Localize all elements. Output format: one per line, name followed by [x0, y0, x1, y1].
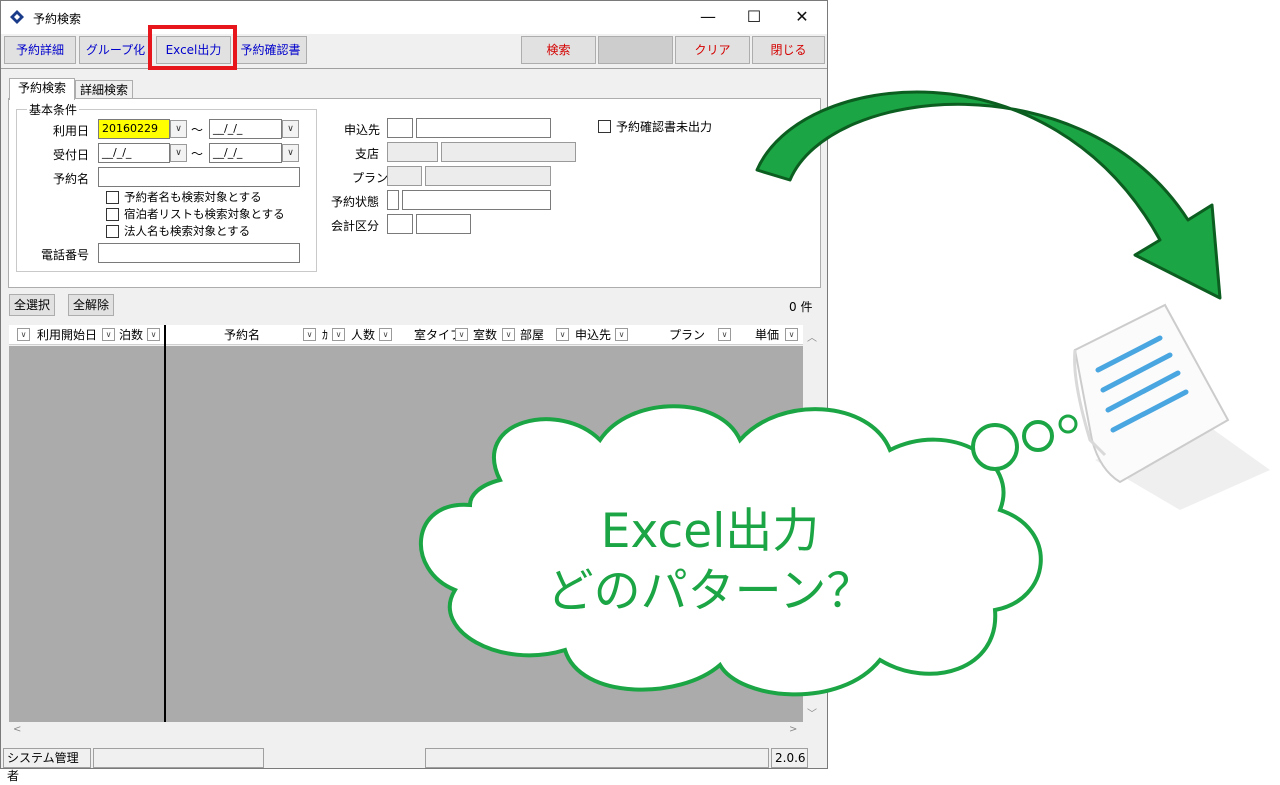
column-filter-icon[interactable]: ∨	[718, 328, 731, 341]
plan-label: プラン	[352, 171, 389, 185]
scroll-up-icon[interactable]: ︿	[807, 329, 817, 344]
column-header[interactable]: 人数	[351, 325, 375, 345]
unprinted-confirmation-label: 予約確認書未出力	[616, 120, 713, 134]
use-date-label: 利用日	[53, 124, 90, 138]
maximize-button[interactable]: ☐	[731, 1, 777, 33]
branch-label: 支店	[355, 147, 380, 161]
guest-list-checkbox[interactable]	[106, 208, 119, 221]
reservation-detail-button[interactable]: 予約詳細	[4, 36, 76, 64]
use-date-from-dropdown-icon[interactable]: ∨	[170, 120, 187, 138]
column-header[interactable]: 部屋	[520, 325, 544, 345]
column-header[interactable]: 室数	[473, 325, 497, 345]
reservation-name-label: 予約名	[53, 172, 90, 186]
receipt-date-to-dropdown-icon[interactable]: ∨	[282, 144, 299, 162]
receipt-date-label: 受付日	[53, 148, 90, 162]
column-header[interactable]: 単価	[755, 325, 779, 345]
close-window-button[interactable]: ✕	[779, 1, 825, 33]
excel-button-highlight	[148, 25, 237, 70]
annotation-line-2: どのパターン？	[546, 564, 874, 619]
deselect-all-button[interactable]: 全解除	[68, 294, 115, 316]
booker-name-checkbox[interactable]	[106, 191, 119, 204]
column-header[interactable]: プラン	[669, 325, 705, 345]
toolbar-divider	[1, 68, 827, 69]
plan-name-input	[425, 166, 551, 186]
receipt-date-tilde: 〜	[191, 147, 204, 161]
status-panel-2	[93, 748, 264, 768]
basic-conditions-label: 基本条件	[27, 101, 80, 118]
app-logo-icon	[10, 10, 24, 24]
grid-header: ∨ 利用開始日 ∨ 泊数 ∨ 予約名 ∨ ｶ ∨ 人数 ∨ 室タイプ ∨ 室数 …	[9, 325, 803, 345]
account-category-label: 会計区分	[331, 219, 380, 233]
account-code-input[interactable]	[387, 214, 413, 234]
receipt-date-from-dropdown-icon[interactable]: ∨	[170, 144, 187, 162]
column-header[interactable]: 利用開始日	[37, 325, 97, 345]
tab-reservation-search[interactable]: 予約検索	[9, 78, 75, 100]
status-version: 2.0.6	[771, 748, 808, 768]
column-filter-icon[interactable]: ∨	[303, 328, 316, 341]
status-user: システム管理者	[3, 748, 91, 783]
booker-name-checkbox-label: 予約者名も検索対象とする	[124, 190, 262, 204]
blank-toolbar-button	[598, 36, 673, 64]
column-filter-icon[interactable]: ∨	[17, 328, 30, 341]
title-bar: 予約検索 — ☐ ✕	[1, 1, 827, 34]
plan-code-input	[387, 166, 422, 186]
minimize-button[interactable]: —	[685, 1, 731, 33]
column-filter-icon[interactable]: ∨	[785, 328, 798, 341]
use-date-to-dropdown-icon[interactable]: ∨	[282, 120, 299, 138]
branch-code-input	[387, 142, 438, 162]
column-header[interactable]: 予約名	[224, 325, 260, 345]
guest-list-checkbox-label: 宿泊者リストも検索対象とする	[124, 207, 285, 221]
column-filter-icon[interactable]: ∨	[615, 328, 628, 341]
confirmation-letter-button[interactable]: 予約確認書	[234, 36, 307, 64]
branch-name-input	[441, 142, 576, 162]
column-filter-icon[interactable]: ∨	[502, 328, 515, 341]
status-panel-3	[425, 748, 769, 768]
applicant-name-input[interactable]	[416, 118, 551, 138]
document-icon	[1073, 303, 1270, 510]
column-filter-icon[interactable]: ∨	[379, 328, 392, 341]
corporate-name-checkbox-label: 法人名も検索対象とする	[124, 224, 251, 238]
column-filter-icon[interactable]: ∨	[556, 328, 569, 341]
column-filter-icon[interactable]: ∨	[147, 328, 160, 341]
unprinted-confirmation-checkbox[interactable]	[598, 120, 611, 133]
column-header[interactable]: ｶ	[322, 325, 328, 345]
corporate-name-checkbox[interactable]	[106, 225, 119, 238]
scroll-left-icon[interactable]: <	[13, 724, 21, 735]
select-all-button[interactable]: 全選択	[9, 294, 56, 316]
use-date-tilde: 〜	[191, 123, 204, 137]
frozen-column-divider	[164, 325, 166, 722]
column-filter-icon[interactable]: ∨	[102, 328, 115, 341]
applicant-code-input[interactable]	[387, 118, 413, 138]
reservation-name-input[interactable]	[98, 167, 300, 187]
window-title: 予約検索	[33, 12, 82, 26]
clear-button[interactable]: クリア	[675, 36, 750, 64]
curved-arrow-icon	[755, 90, 1222, 300]
scroll-right-icon[interactable]: >	[789, 724, 797, 735]
use-date-to-field[interactable]: __/_/_	[209, 119, 282, 139]
search-button[interactable]: 検索	[521, 36, 596, 64]
column-header[interactable]: 泊数	[119, 325, 143, 345]
column-header[interactable]: 申込先	[575, 325, 611, 345]
horizontal-scrollbar[interactable]: < >	[9, 722, 820, 739]
receipt-date-to-field[interactable]: __/_/_	[209, 143, 282, 163]
column-filter-icon[interactable]: ∨	[332, 328, 345, 341]
use-date-from-field[interactable]: 20160229	[98, 119, 170, 139]
reservation-status-label: 予約状態	[331, 195, 380, 209]
phone-input[interactable]	[98, 243, 300, 263]
status-code-input[interactable]	[387, 190, 399, 210]
annotation-line-1: Excel出力	[600, 504, 820, 559]
tab-detailed-search[interactable]: 詳細検索	[75, 80, 133, 100]
phone-label: 電話番号	[41, 248, 90, 262]
column-filter-icon[interactable]: ∨	[455, 328, 468, 341]
receipt-date-from-field[interactable]: __/_/_	[98, 143, 170, 163]
group-button[interactable]: グループ化	[79, 36, 152, 64]
status-name-input[interactable]	[402, 190, 551, 210]
applicant-label: 申込先	[344, 123, 381, 137]
account-name-input[interactable]	[416, 214, 471, 234]
